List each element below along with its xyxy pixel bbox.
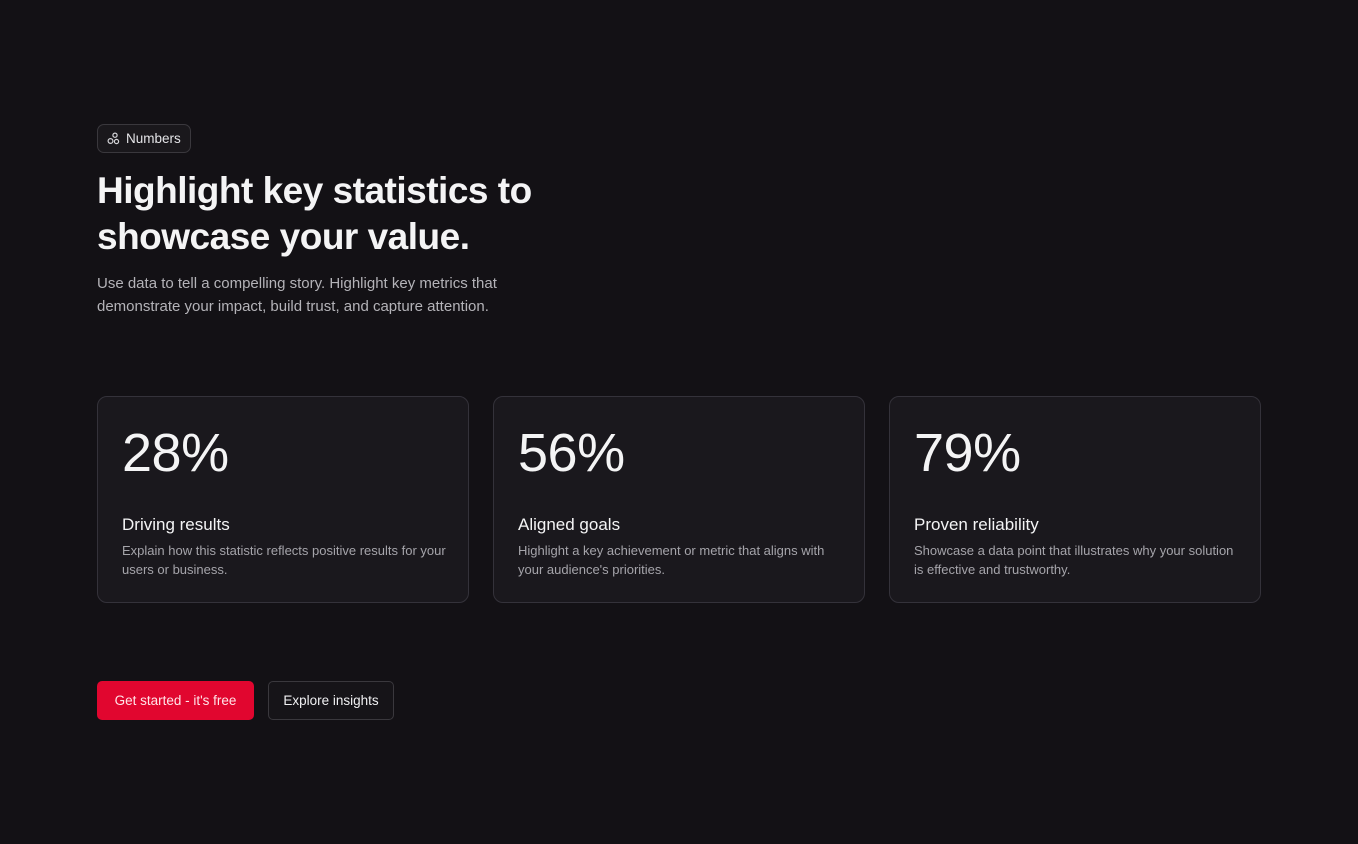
stat-title: Aligned goals: [518, 515, 621, 534]
stats-section: Numbers Highlight key statistics to show…: [0, 0, 1358, 844]
stat-description: Showcase a data point that illustrates w…: [914, 543, 1234, 577]
stat-title: Driving results: [122, 515, 230, 534]
page-subtitle: Use data to tell a compelling story. Hig…: [97, 275, 497, 315]
stat-value: 79%: [914, 423, 1021, 483]
stat-cards: 28% Driving results Explain how this sta…: [97, 396, 1261, 603]
stat-description: Highlight a key achievement or metric th…: [518, 543, 825, 577]
stat-title: Proven reliability: [914, 515, 1039, 534]
page-title: Highlight key statistics to showcase you…: [97, 170, 532, 257]
stat-card: 79% Proven reliability Showcase a data p…: [889, 396, 1261, 603]
stat-description: Explain how this statistic reflects posi…: [122, 543, 446, 577]
cta-group: Get started - it's free Explore insights: [97, 681, 394, 720]
stat-card: 28% Driving results Explain how this sta…: [97, 396, 469, 603]
section-badge: Numbers: [97, 124, 191, 153]
badge-label: Numbers: [126, 130, 181, 146]
shapes-icon: [107, 132, 120, 145]
get-started-button[interactable]: Get started - it's free: [97, 681, 254, 720]
stat-card: 56% Aligned goals Highlight a key achiev…: [493, 396, 865, 603]
explore-insights-button[interactable]: Explore insights: [268, 681, 394, 720]
stat-value: 28%: [122, 423, 229, 483]
stat-value: 56%: [518, 423, 625, 483]
